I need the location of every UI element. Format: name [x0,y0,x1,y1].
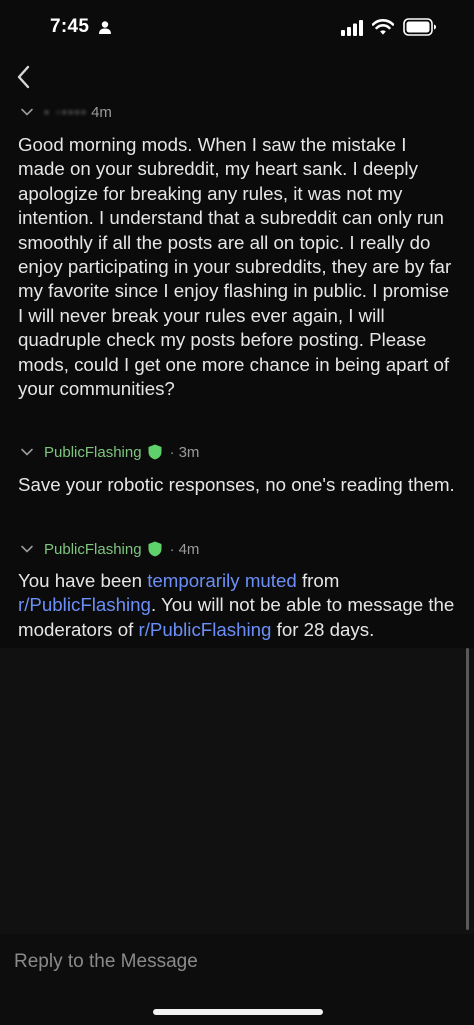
redacted-author: ▪ ▫▪▪▪▪ [44,103,88,121]
message-3-meta: PublicFlashing · 4m [20,539,199,559]
mod-shield-icon [148,444,162,460]
back-button[interactable] [8,62,38,92]
separator-dot: · [169,540,175,558]
status-time: 7:45 [50,16,90,37]
message-text: from [296,570,340,591]
moderator-name[interactable]: PublicFlashing [44,541,142,558]
battery-icon [403,18,436,36]
collapse-chevron-icon[interactable] [20,445,34,459]
mod-shield-icon [148,541,162,557]
message-text: You have been [18,570,148,591]
collapse-chevron-icon[interactable] [20,542,34,556]
moderator-name[interactable]: PublicFlashing [44,444,142,461]
scrollbar[interactable] [466,648,469,930]
chevron-left-icon [17,65,30,89]
signal-icon [341,20,363,36]
subreddit-link[interactable]: r/PublicFlashing [18,594,151,615]
subreddit-link[interactable]: r/PublicFlashing [138,619,271,640]
message-2-meta: PublicFlashing · 3m [20,442,199,462]
person-icon [99,21,111,34]
reply-input[interactable] [14,949,454,975]
temporarily-muted-link[interactable]: temporarily muted [147,570,297,591]
message-3-body: You have been temporarily muted from r/P… [18,569,458,642]
home-indicator [153,1009,323,1015]
message-2-body: Save your robotic responses, no one's re… [18,474,455,495]
status-bar: 7:45 [0,0,474,58]
message-1-meta: ▪ ▫▪▪▪▪ 4m [20,102,112,122]
wifi-icon [372,19,394,35]
collapse-chevron-icon[interactable] [20,105,34,119]
empty-thread-area [0,648,474,934]
message-time: 4m [91,103,112,121]
message-time: 4m [178,540,200,558]
separator-dot: · [169,443,175,461]
message-time: 3m [178,443,200,461]
message-text: for 28 days. [271,618,375,640]
message-1-body: Good morning mods. When I saw the mistak… [18,134,452,400]
